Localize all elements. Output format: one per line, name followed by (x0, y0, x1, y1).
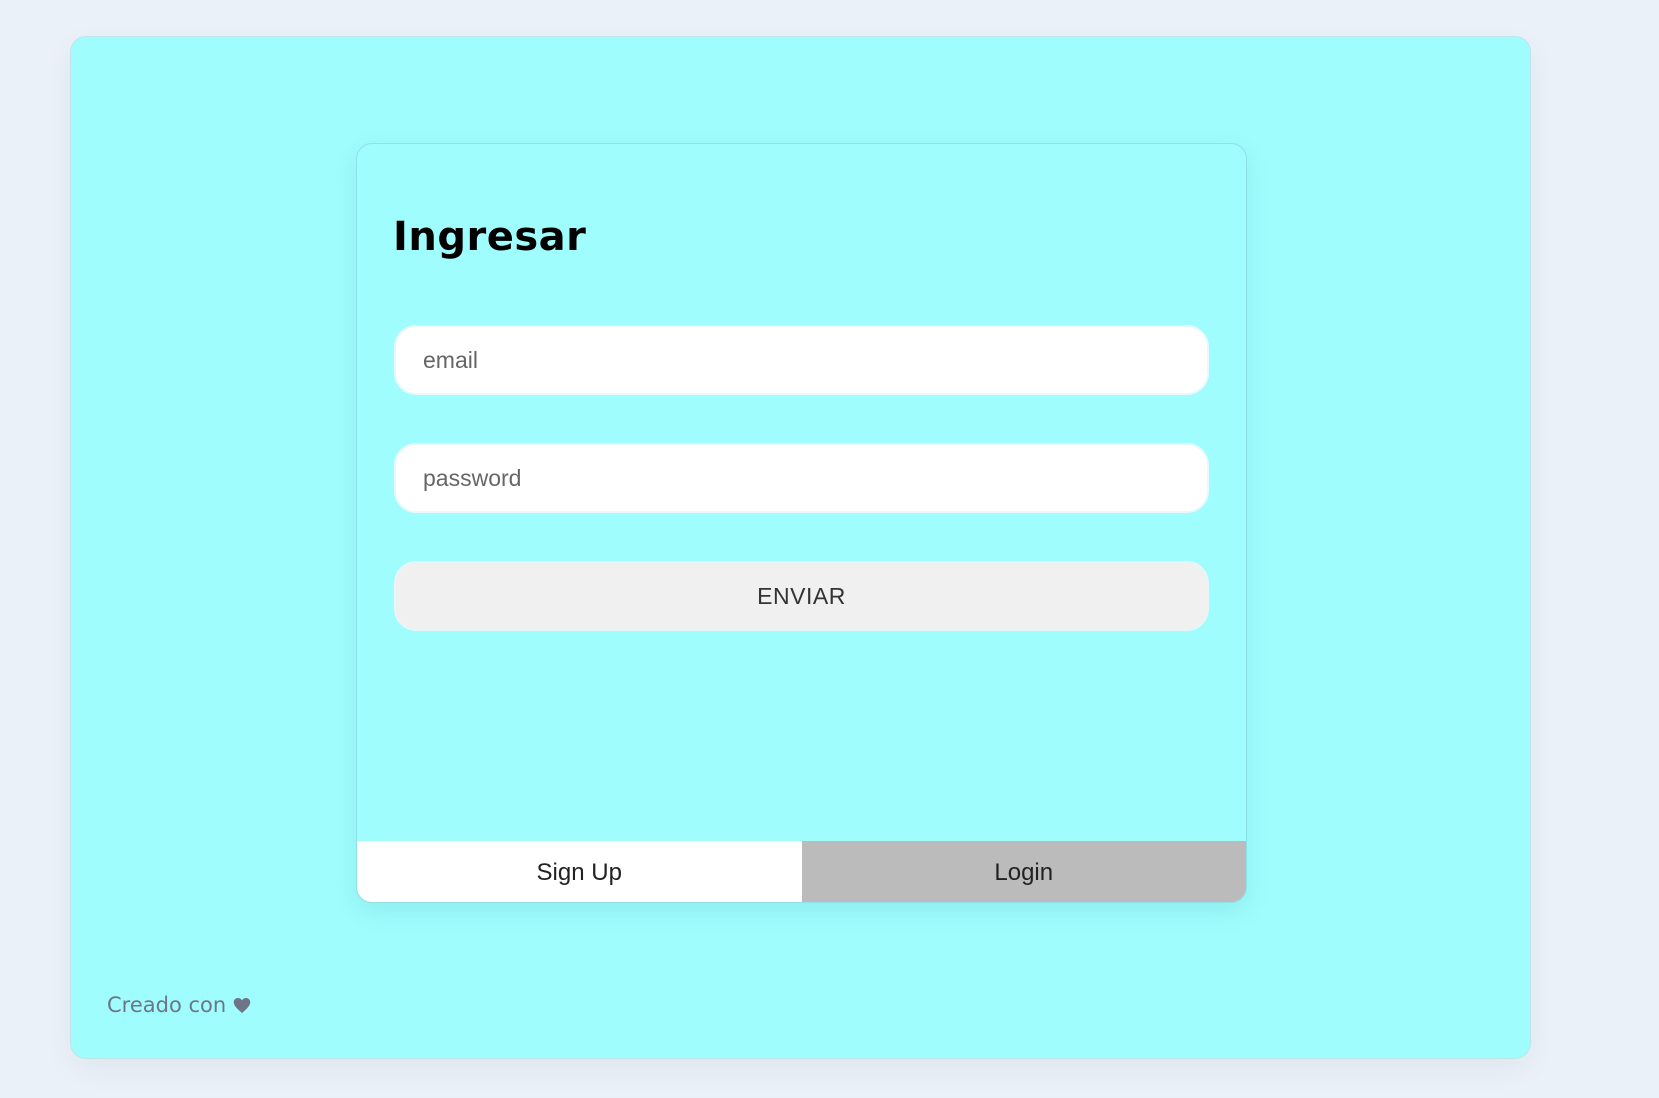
footer-text: Creado con (107, 993, 227, 1017)
email-input[interactable] (394, 325, 1209, 395)
main-panel: Ingresar ENVIAR Sign Up Login Creado con (70, 36, 1531, 1059)
password-input[interactable] (394, 443, 1209, 513)
heart-icon (233, 997, 251, 1013)
submit-button[interactable]: ENVIAR (394, 561, 1209, 631)
tab-login[interactable]: Login (801, 841, 1246, 902)
page-title: Ingresar (393, 214, 587, 260)
footer: Creado con (107, 993, 251, 1017)
tab-sign-up[interactable]: Sign Up (357, 841, 802, 902)
auth-tab-bar: Sign Up Login (357, 841, 1246, 902)
login-card: Ingresar ENVIAR Sign Up Login (356, 143, 1247, 903)
